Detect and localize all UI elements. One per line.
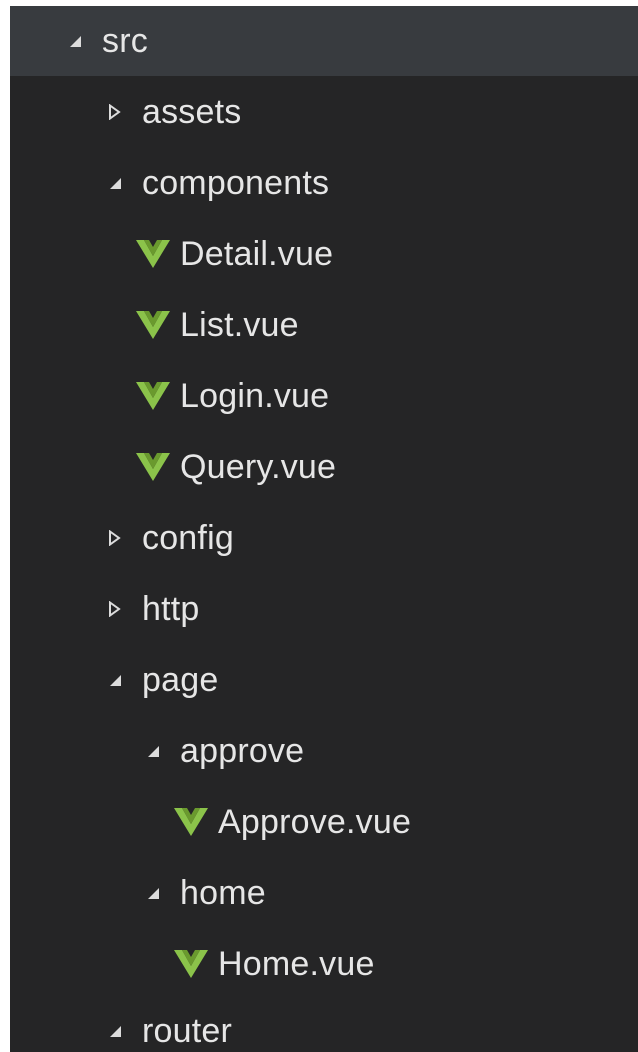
- tree-item-login-vue[interactable]: Login.vue: [10, 361, 638, 431]
- tree-item-http[interactable]: http: [10, 574, 638, 644]
- chevron-expanded-icon[interactable]: [146, 886, 180, 900]
- tree-item-label: Home.vue: [218, 944, 375, 983]
- tree-item-label: http: [142, 589, 200, 628]
- tree-item-assets[interactable]: assets: [10, 77, 638, 147]
- vue-icon: [136, 382, 180, 410]
- chevron-expanded-icon[interactable]: [108, 1024, 142, 1038]
- chevron-collapsed-icon[interactable]: [108, 530, 142, 546]
- tree-item-list-vue[interactable]: List.vue: [10, 290, 638, 360]
- vue-icon: [174, 808, 218, 836]
- tree-item-label: components: [142, 163, 330, 202]
- chevron-collapsed-icon[interactable]: [108, 601, 142, 617]
- tree-item-label: config: [142, 518, 234, 557]
- tree-item-label: Approve.vue: [218, 802, 412, 841]
- tree-item-approve-vue[interactable]: Approve.vue: [10, 787, 638, 857]
- chevron-expanded-icon[interactable]: [108, 176, 142, 190]
- chevron-collapsed-icon[interactable]: [108, 104, 142, 120]
- tree-item-components[interactable]: components: [10, 148, 638, 218]
- tree-item-label: router: [142, 1011, 233, 1050]
- tree-item-label: Detail.vue: [180, 234, 334, 273]
- tree-item-label: src: [102, 21, 148, 60]
- tree-item-label: Login.vue: [180, 376, 330, 415]
- tree-item-detail-vue[interactable]: Detail.vue: [10, 219, 638, 289]
- tree-item-page[interactable]: page: [10, 645, 638, 715]
- chevron-expanded-icon[interactable]: [146, 744, 180, 758]
- tree-item-label: assets: [142, 92, 242, 131]
- vue-icon: [174, 950, 218, 978]
- tree-item-label: approve: [180, 731, 305, 770]
- tree-item-label: page: [142, 660, 219, 699]
- tree-item-src[interactable]: src: [10, 6, 638, 76]
- tree-item-approve[interactable]: approve: [10, 716, 638, 786]
- vue-icon: [136, 311, 180, 339]
- vue-icon: [136, 240, 180, 268]
- chevron-expanded-icon[interactable]: [108, 673, 142, 687]
- tree-item-router[interactable]: router: [10, 996, 638, 1052]
- tree-item-query-vue[interactable]: Query.vue: [10, 432, 638, 502]
- tree-item-home-vue[interactable]: Home.vue: [10, 929, 638, 999]
- tree-item-home[interactable]: home: [10, 858, 638, 928]
- file-explorer-tree: src assets components Detail.vue List.vu…: [10, 6, 638, 1052]
- vue-icon: [136, 453, 180, 481]
- tree-item-label: Query.vue: [180, 447, 337, 486]
- chevron-expanded-icon[interactable]: [68, 34, 102, 48]
- tree-item-label: home: [180, 873, 266, 912]
- tree-item-config[interactable]: config: [10, 503, 638, 573]
- tree-item-label: List.vue: [180, 305, 299, 344]
